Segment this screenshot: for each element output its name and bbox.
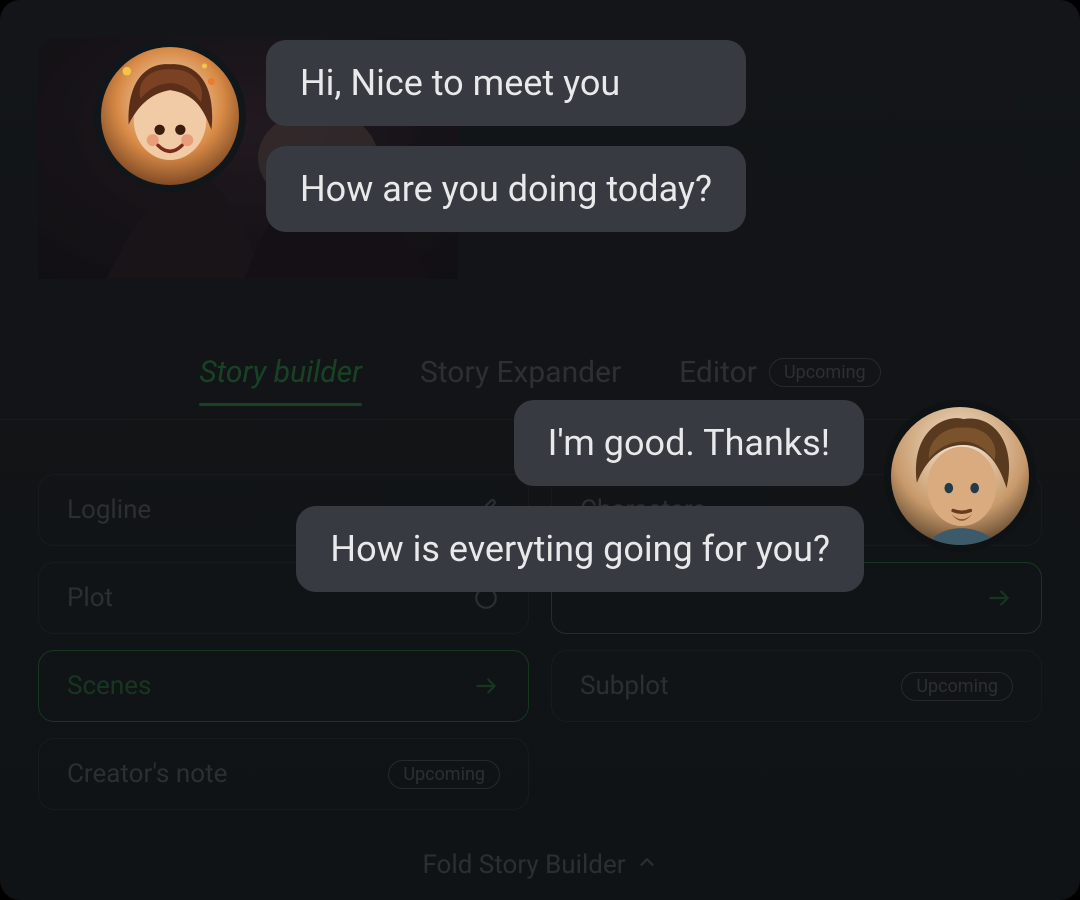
card-scenes-label: Scenes [67, 671, 151, 701]
arrow-right-icon [985, 496, 1013, 524]
tab-editor-label: Editor [679, 355, 757, 390]
card-world[interactable] [551, 562, 1042, 634]
tab-editor: Editor Upcoming [679, 349, 880, 404]
card-plot[interactable]: Plot [38, 562, 529, 634]
tab-story-builder[interactable]: Story builder [199, 349, 362, 404]
app-frame: e ad} Story builder Story Expander Edito… [0, 0, 1080, 900]
tab-story-expander[interactable]: Story Expander [420, 349, 621, 404]
story-builder-panel: e ad} Story builder Story Expander Edito… [0, 0, 1080, 900]
card-subplot-label: Subplot [580, 671, 669, 701]
hero-row: e ad} [38, 38, 1042, 279]
card-characters[interactable]: Characters [551, 474, 1042, 546]
upcoming-badge: Upcoming [388, 760, 500, 789]
card-scenes[interactable]: Scenes [38, 650, 529, 722]
chevron-up-icon [636, 850, 658, 880]
fold-story-builder-button[interactable]: Fold Story Builder [38, 850, 1042, 900]
card-plot-label: Plot [67, 583, 113, 613]
card-characters-label: Characters [580, 495, 706, 525]
builder-grid: Logline Characters Plot [38, 474, 1042, 810]
edit-icon [472, 496, 500, 524]
fold-label: Fold Story Builder [422, 850, 625, 880]
hero-text: e ad} [486, 38, 527, 279]
arrow-right-icon [985, 584, 1013, 612]
card-logline[interactable]: Logline [38, 474, 529, 546]
card-creators-note-label: Creator's note [67, 759, 227, 789]
circle-icon [472, 584, 500, 612]
hero-poster [38, 38, 458, 279]
upcoming-badge: Upcoming [901, 672, 1013, 701]
card-creators-note: Creator's note Upcoming [38, 738, 529, 810]
hero-subtitle: ad} [486, 150, 527, 183]
builder-tabs: Story builder Story Expander Editor Upco… [38, 349, 1042, 418]
hero-title: e [486, 74, 527, 126]
card-subplot: Subplot Upcoming [551, 650, 1042, 722]
upcoming-badge: Upcoming [769, 358, 881, 387]
arrow-right-icon [472, 672, 500, 700]
card-logline-label: Logline [67, 495, 151, 525]
